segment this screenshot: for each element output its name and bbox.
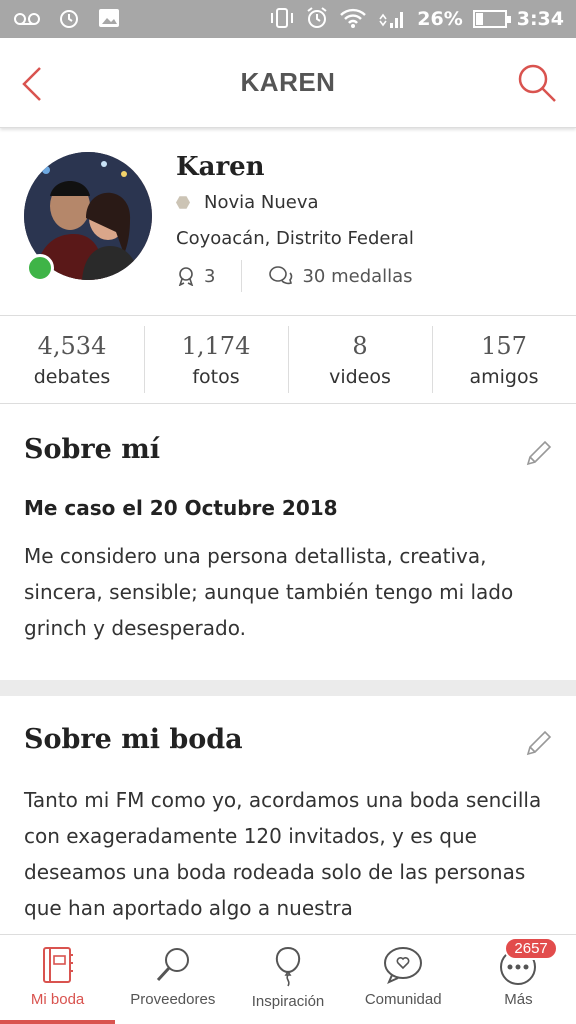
count-value: 8: [352, 331, 368, 360]
status-bar: 26% 3:34: [0, 0, 576, 38]
alarm-icon: [58, 7, 80, 32]
count-label: amigos: [469, 365, 539, 388]
tab-inspiracion[interactable]: Inspiración: [230, 935, 345, 1024]
profile-location: Coyoacán, Distrito Federal: [176, 228, 414, 249]
about-section: Sobre mí Me caso el 20 Octubre 2018 Me c…: [0, 404, 576, 680]
count-fotos[interactable]: 1,174 fotos: [144, 316, 288, 403]
image-icon: [98, 8, 120, 31]
magnifier-icon: [156, 948, 189, 982]
battery-percent: 26%: [417, 8, 463, 30]
wifi-icon: [339, 7, 367, 32]
tab-label: Proveedores: [130, 991, 216, 1008]
chat-heart-icon: [384, 947, 423, 984]
notification-badge: 2657: [504, 937, 558, 960]
section-divider: [0, 680, 576, 696]
balloon-icon: [275, 946, 301, 987]
badges-count: 3: [204, 265, 216, 287]
badges-stat[interactable]: 3: [176, 266, 215, 287]
wedding-text: Tanto mi FM como yo, acordamos una boda …: [24, 788, 542, 920]
page-title: KAREN: [240, 67, 336, 97]
count-label: debates: [33, 365, 111, 388]
vibrate-icon: [269, 7, 295, 32]
online-status-dot: [26, 254, 54, 282]
battery-icon: [472, 10, 511, 28]
rank-hexagon-icon: [176, 196, 190, 209]
wedding-date: Me caso el 20 Octubre 2018: [24, 496, 338, 520]
edit-pencil-icon[interactable]: [524, 438, 554, 468]
about-title: Sobre mí: [24, 434, 161, 465]
wedding-section: Sobre mi boda Tanto mi FM como yo, acord…: [0, 696, 576, 934]
ribbon-icon: [178, 267, 194, 286]
signal-icon: [377, 7, 407, 32]
search-icon[interactable]: [516, 62, 558, 104]
stats-divider: [241, 260, 243, 292]
profile-counts: 4,534 debates 1,174 fotos 8 videos 157 a…: [0, 316, 576, 404]
count-label: fotos: [192, 365, 240, 388]
count-label: videos: [329, 365, 391, 388]
profile-role-label: Novia Nueva: [204, 192, 319, 213]
app-bar: KAREN: [0, 38, 576, 128]
edit-pencil-icon[interactable]: [524, 728, 554, 758]
planner-book-icon: [42, 947, 73, 983]
count-value: 4,534: [37, 331, 107, 360]
tab-proveedores[interactable]: Proveedores: [115, 935, 230, 1024]
profile-header: Karen Novia Nueva Coyoacán, Distrito Fed…: [0, 130, 576, 316]
tab-mi-boda[interactable]: Mi boda: [0, 935, 116, 1024]
tab-label: Más: [504, 991, 533, 1008]
medals-count: 30 medallas: [302, 265, 413, 287]
count-value: 1,174: [181, 331, 251, 360]
alarm-icon: [305, 6, 329, 33]
count-value: 157: [481, 331, 527, 360]
tab-label: Comunidad: [364, 991, 442, 1008]
profile-stats: 3 30 medallas: [176, 260, 413, 292]
medals-stat[interactable]: 30 medallas: [268, 265, 413, 287]
about-text: Me considero una persona detallista, cre…: [24, 544, 514, 640]
tab-label: Inspiración: [251, 993, 325, 1010]
clock: 3:34: [516, 8, 564, 30]
bottom-nav: Mi boda Proveedores Inspiración Comunida…: [0, 934, 576, 1024]
tab-label: Mi boda: [30, 991, 85, 1008]
back-arrow-icon[interactable]: [16, 64, 52, 104]
count-debates[interactable]: 4,534 debates: [0, 316, 144, 403]
chat-bubbles-icon: [269, 266, 293, 285]
count-amigos[interactable]: 157 amigos: [432, 316, 576, 403]
wedding-title: Sobre mi boda: [24, 724, 243, 755]
profile-role: Novia Nueva: [176, 192, 319, 213]
profile-name: Karen: [176, 152, 265, 182]
count-videos[interactable]: 8 videos: [288, 316, 432, 403]
tab-mas[interactable]: 2657 Más: [461, 935, 576, 1024]
voicemail-icon: [14, 9, 40, 29]
tab-comunidad[interactable]: Comunidad: [346, 935, 461, 1024]
